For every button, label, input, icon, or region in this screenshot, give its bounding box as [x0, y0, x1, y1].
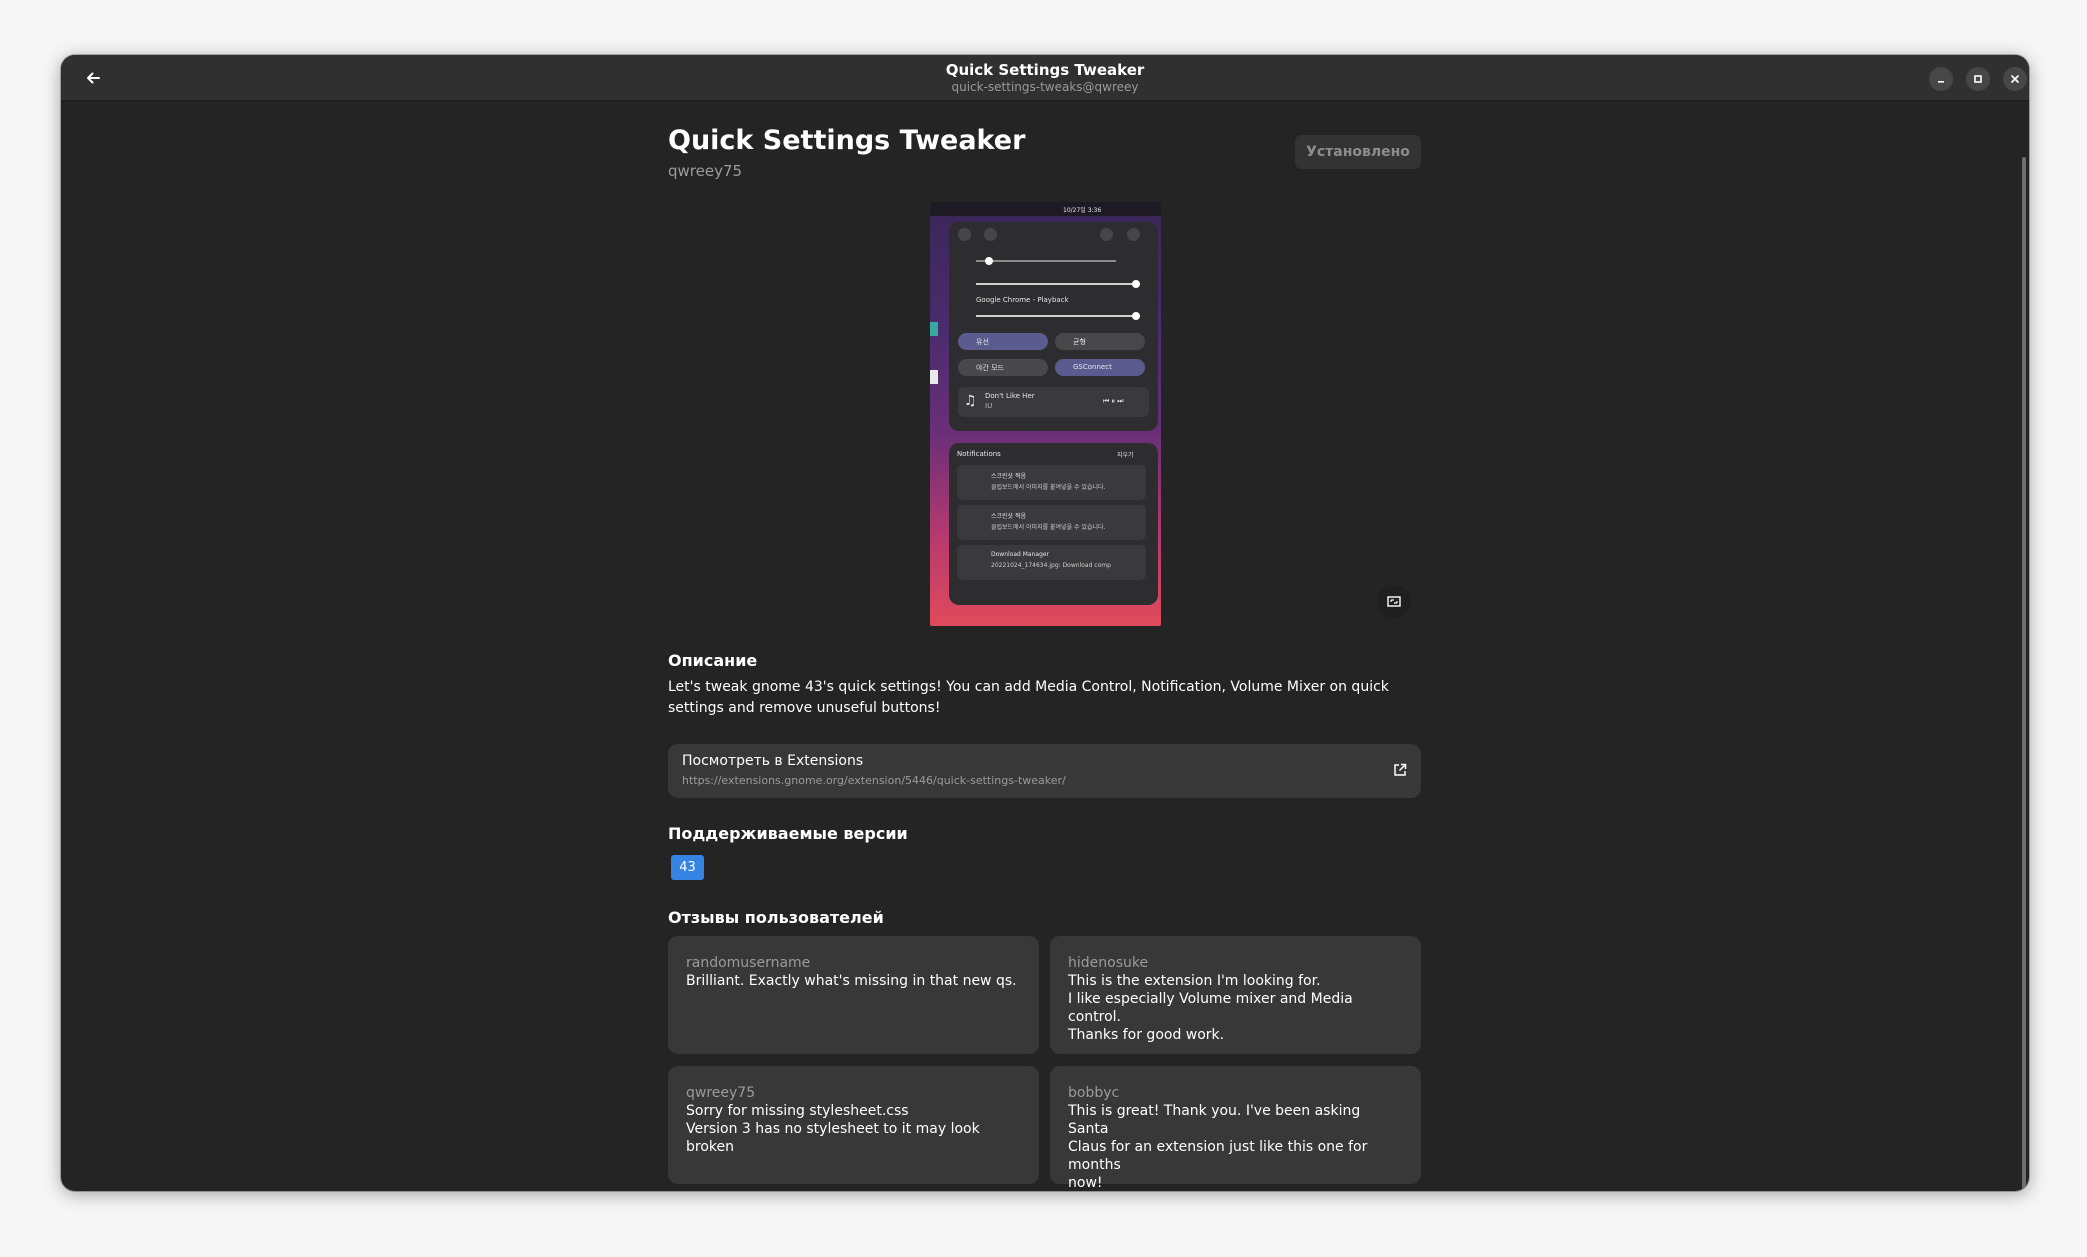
notification-body: 20221024_174634.jpg: Download comp	[991, 562, 1111, 569]
scrollbar[interactable]	[2022, 157, 2026, 1191]
music-note-icon: ♫	[964, 393, 977, 409]
maximize-icon	[1974, 75, 1982, 83]
screenshot-icon	[958, 228, 971, 241]
tile-power: 균형	[1055, 333, 1145, 350]
notification-title: 스크린샷 찍음	[991, 513, 1027, 520]
notification-title: 스크린샷 찍음	[991, 473, 1027, 480]
fullscreen-icon	[1387, 596, 1401, 607]
app-volume-slider	[976, 315, 1136, 317]
review-user: bobbyc	[1068, 1085, 1120, 1101]
desktop-icon	[930, 322, 938, 336]
review-text: This is the extension I'm looking for. I…	[1068, 973, 1353, 1043]
app-window: Quick Settings Tweaker quick-settings-tw…	[61, 55, 2029, 1191]
review-text: Brilliant. Exactly what's missing in tha…	[686, 973, 1017, 989]
minimize-button[interactable]	[1929, 67, 1953, 91]
media-app-name: Google Chrome - Playback	[976, 296, 1069, 304]
external-link-icon	[1394, 763, 1407, 776]
tile-wired: 유선	[958, 333, 1048, 350]
status-time: 10/27일 3:36	[1063, 207, 1102, 214]
media-controls-icon: ⏮ ⏸ ⏭	[1103, 397, 1124, 405]
tile-gsconnect: GSConnect	[1055, 359, 1145, 376]
review-user: qwreey75	[686, 1085, 756, 1101]
review-card: bobbyc This is great! Thank you. I've be…	[1050, 1066, 1421, 1191]
window-title: Quick Settings Tweaker	[945, 61, 1145, 79]
link-title: Посмотреть в Extensions	[682, 753, 864, 769]
review-card: qwreey75 Sorry for missing stylesheet.cs…	[668, 1066, 1039, 1184]
reviews-heading: Отзывы пользователей	[668, 908, 884, 927]
review-card: randomusername Brilliant. Exactly what's…	[668, 936, 1039, 1054]
top-bar: 10/27일 3:36	[930, 202, 1161, 216]
notifications-panel: Notifications 지우기 스크린샷 찍음 클립보드에서 이미지를 붙여…	[949, 443, 1158, 605]
review-user: hidenosuke	[1068, 955, 1149, 971]
extension-author: qwreey75	[668, 162, 743, 180]
versions-heading: Поддерживаемые версии	[668, 824, 908, 843]
main-content: Quick Settings Tweaker qwreey75 Установл…	[61, 101, 2029, 1191]
volume-slider	[976, 260, 1116, 262]
header-bar: Quick Settings Tweaker quick-settings-tw…	[61, 55, 2029, 101]
tile-wired-label: 유선	[976, 338, 989, 346]
description-text: Let's tweak gnome 43's quick settings! Y…	[668, 679, 1389, 716]
settings-icon	[984, 228, 997, 241]
extension-screenshot[interactable]: 10/27일 3:36 Google Chrome - Playback 유선 …	[930, 202, 1161, 626]
notification-item: Download Manager 20221024_174634.jpg: Do…	[957, 545, 1146, 580]
close-button[interactable]	[2003, 67, 2027, 91]
review-text: Sorry for missing stylesheet.css Version…	[686, 1103, 980, 1155]
close-icon	[2011, 75, 2019, 83]
review-text: This is great! Thank you. I've been aski…	[1068, 1103, 1368, 1191]
mic-slider	[976, 283, 1136, 285]
mic-knob	[1132, 280, 1140, 288]
notification-body: 클립보드에서 이미지를 붙여넣을 수 있습니다.	[991, 524, 1106, 531]
notification-item: 스크린샷 찍음 클립보드에서 이미지를 붙여넣을 수 있습니다.	[957, 465, 1146, 500]
maximize-button[interactable]	[1966, 67, 1990, 91]
notification-body: 클립보드에서 이미지를 붙여넣을 수 있습니다.	[991, 484, 1106, 491]
description-heading: Описание	[668, 651, 758, 670]
window-titles: Quick Settings Tweaker quick-settings-tw…	[61, 61, 2029, 95]
app-volume-knob	[1132, 312, 1140, 320]
minimize-icon	[1938, 81, 1944, 83]
lock-icon	[1100, 228, 1113, 241]
power-icon	[1127, 228, 1140, 241]
quick-settings-panel: Google Chrome - Playback 유선 균형 야간 모드 GSC…	[949, 222, 1158, 431]
review-card: hidenosuke This is the extension I'm loo…	[1050, 936, 1421, 1054]
fullscreen-button[interactable]	[1377, 585, 1411, 619]
tile-power-label: 균형	[1073, 338, 1086, 346]
tile-gsconnect-label: GSConnect	[1073, 363, 1112, 371]
song-artist: IU	[985, 402, 993, 410]
extensions-link[interactable]: Посмотреть в Extensions https://extensio…	[668, 744, 1421, 798]
notification-title: Download Manager	[991, 551, 1050, 558]
extension-name: Quick Settings Tweaker	[668, 125, 1026, 156]
review-user: randomusername	[686, 955, 811, 971]
notifications-title: Notifications	[957, 450, 1001, 458]
tile-night-label: 야간 모드	[976, 364, 1004, 372]
installed-button[interactable]: Установлено	[1295, 135, 1421, 169]
window-subtitle: quick-settings-tweaks@qwreey	[951, 80, 1139, 94]
link-url: https://extensions.gnome.org/extension/5…	[682, 774, 1066, 787]
clear-button: 지우기	[1117, 452, 1134, 459]
notification-item: 스크린샷 찍음 클립보드에서 이미지를 붙여넣을 수 있습니다.	[957, 505, 1146, 540]
tile-night: 야간 모드	[958, 359, 1048, 376]
media-player: ♫ Don't Like Her IU ⏮ ⏸ ⏭	[958, 387, 1149, 417]
volume-knob	[985, 257, 993, 265]
version-badge: 43	[671, 855, 704, 880]
desktop-file-icon	[930, 370, 938, 384]
song-title: Don't Like Her	[985, 392, 1035, 400]
